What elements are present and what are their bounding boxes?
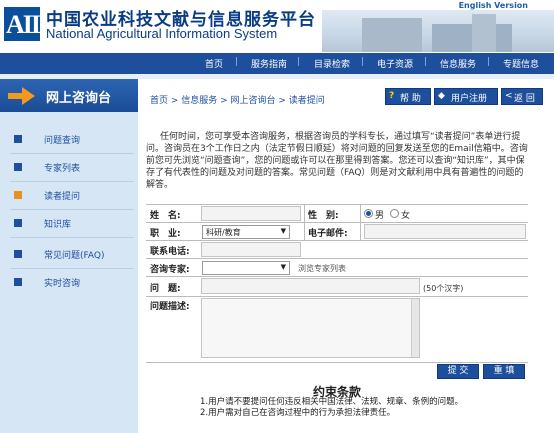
square-bullet-icon [14, 219, 22, 227]
english-version-link[interactable]: English Version [459, 1, 528, 10]
question-label: 问 题: [150, 284, 181, 294]
chevron-down-icon: ▼ [280, 227, 286, 235]
square-bullet-icon [14, 278, 22, 286]
terms-list: 1.用户请不要提问任何违反相关中国法律、法规、规章、条例的问题。 2.用户需对自… [200, 397, 463, 419]
name-label: 姓 名: [150, 211, 181, 221]
sidebar-item-label: 读者提问 [44, 192, 81, 202]
nav-separator: | [297, 57, 301, 67]
phone-label: 联系电话: [150, 247, 190, 257]
nav-item-topics[interactable]: 专题信息 [503, 57, 539, 70]
gender-option-female: 女 [401, 211, 411, 221]
submit-button[interactable]: 提 交 [437, 364, 479, 379]
question-icon: ? [389, 91, 395, 101]
nav-separator: | [235, 57, 239, 67]
register-button[interactable]: ◆ 用户注册 [434, 88, 498, 105]
nav-item-info-service[interactable]: 信息服务 [440, 57, 476, 70]
user-icon: ◆ [438, 91, 445, 101]
back-button[interactable]: < 返 回 [501, 88, 543, 105]
question-length-hint: (50个汉字) [423, 284, 464, 293]
nav-item-guide[interactable]: 服务指南 [251, 57, 287, 70]
expert-select[interactable]: ▼ [202, 261, 290, 275]
phone-input[interactable] [201, 242, 301, 257]
nav-separator: | [361, 57, 365, 67]
arrow-right-icon [8, 87, 35, 105]
square-bullet-icon [14, 250, 22, 258]
site-header: AII 中国农业科技文献与信息服务平台 National Agricultura… [0, 0, 554, 52]
square-bullet-icon [14, 163, 22, 171]
gender-option-male: 男 [375, 211, 385, 221]
scrollbar[interactable] [411, 299, 419, 357]
square-bullet-icon [14, 191, 22, 199]
sidebar-heading: 网上咨询台 [0, 79, 138, 112]
register-button-label: 用户注册 [451, 94, 488, 104]
sidebar-item-knowledge-base[interactable]: 知识库 [14, 214, 138, 234]
sidebar-heading-label: 网上咨询台 [46, 91, 112, 106]
terms-line: 2.用户需对自己在咨询过程中的行为承担法律责任。 [200, 408, 396, 418]
description-textarea[interactable] [201, 298, 420, 358]
sidebar-item-label: 专家列表 [44, 164, 81, 174]
site-title-en: National Agricultural Information System [46, 26, 278, 41]
help-button[interactable]: ? 帮 助 [385, 88, 431, 105]
description-label: 问题描述: [150, 302, 190, 312]
sidebar-item-experts[interactable]: 专家列表 [14, 158, 138, 178]
square-bullet-icon [14, 135, 22, 143]
sidebar-divider [10, 237, 134, 238]
logo-mark-text: AII [6, 10, 41, 39]
chevron-down-icon: ▼ [280, 263, 286, 271]
browse-experts-link[interactable]: 浏览专家列表 [298, 263, 346, 274]
sidebar-item-faq[interactable]: 常见问题(FAQ) [14, 245, 138, 265]
intro-paragraph: 任何时间，您可享受本咨询服务，根据咨询员的学科专长，通过填写“读者提问”表单进行… [146, 132, 528, 190]
header-banner-photo [322, 10, 554, 52]
gender-radio-male[interactable] [364, 209, 373, 218]
email-input[interactable] [364, 224, 526, 239]
sidebar-divider [10, 209, 134, 210]
sidebar-item-question-search[interactable]: 问题查询 [14, 130, 138, 150]
terms-line: 1.用户请不要提问任何违反相关中国法律、法规、规章、条例的问题。 [200, 397, 464, 407]
sidebar-item-label: 问题查询 [44, 136, 81, 146]
job-select-value: 科研/教育 [206, 228, 241, 237]
sidebar-divider [10, 181, 134, 182]
sidebar-item-label: 实时咨询 [44, 279, 81, 289]
nav-separator: | [424, 57, 428, 67]
sidebar-divider [10, 268, 134, 269]
nav-item-catalog[interactable]: 目录检索 [314, 57, 350, 70]
sidebar-divider [10, 153, 134, 154]
gender-label: 性 别: [308, 211, 339, 221]
expert-label: 咨询专家: [150, 265, 190, 275]
name-input[interactable] [201, 206, 301, 221]
main-nav: 首页 | 服务指南 | 目录检索 | 电子资源 | 信息服务 | 专题信息 [0, 53, 554, 74]
sidebar-item-label: 常见问题(FAQ) [44, 251, 105, 261]
sidebar-item-label: 知识库 [44, 220, 72, 230]
sidebar-item-live-chat[interactable]: 实时咨询 [14, 273, 138, 293]
job-label: 职 业: [150, 229, 181, 239]
nav-item-home[interactable]: 首页 [205, 57, 223, 70]
ask-question-form: 姓 名: 性 别: 男 女 职 业: 科研/教育 ▼ 电子邮件: 联系电话: 咨… [146, 204, 528, 379]
breadcrumb[interactable]: 首页 > 信息服务 > 网上咨询台 > 读者提问 [150, 93, 325, 106]
nav-item-eresources[interactable]: 电子资源 [377, 57, 413, 70]
email-label: 电子邮件: [308, 229, 348, 239]
question-input[interactable] [201, 278, 420, 294]
back-button-label: 返 回 [514, 94, 535, 104]
back-arrow-icon: < [505, 91, 513, 101]
job-select[interactable]: 科研/教育 ▼ [202, 225, 290, 239]
reset-button[interactable]: 重 填 [483, 364, 525, 379]
nav-separator: | [487, 57, 491, 67]
site-logo[interactable]: AII [4, 7, 41, 41]
gender-radio-female[interactable] [390, 209, 399, 218]
sidebar-item-ask-question[interactable]: 读者提问 [14, 186, 138, 206]
help-button-label: 帮 助 [400, 94, 421, 104]
